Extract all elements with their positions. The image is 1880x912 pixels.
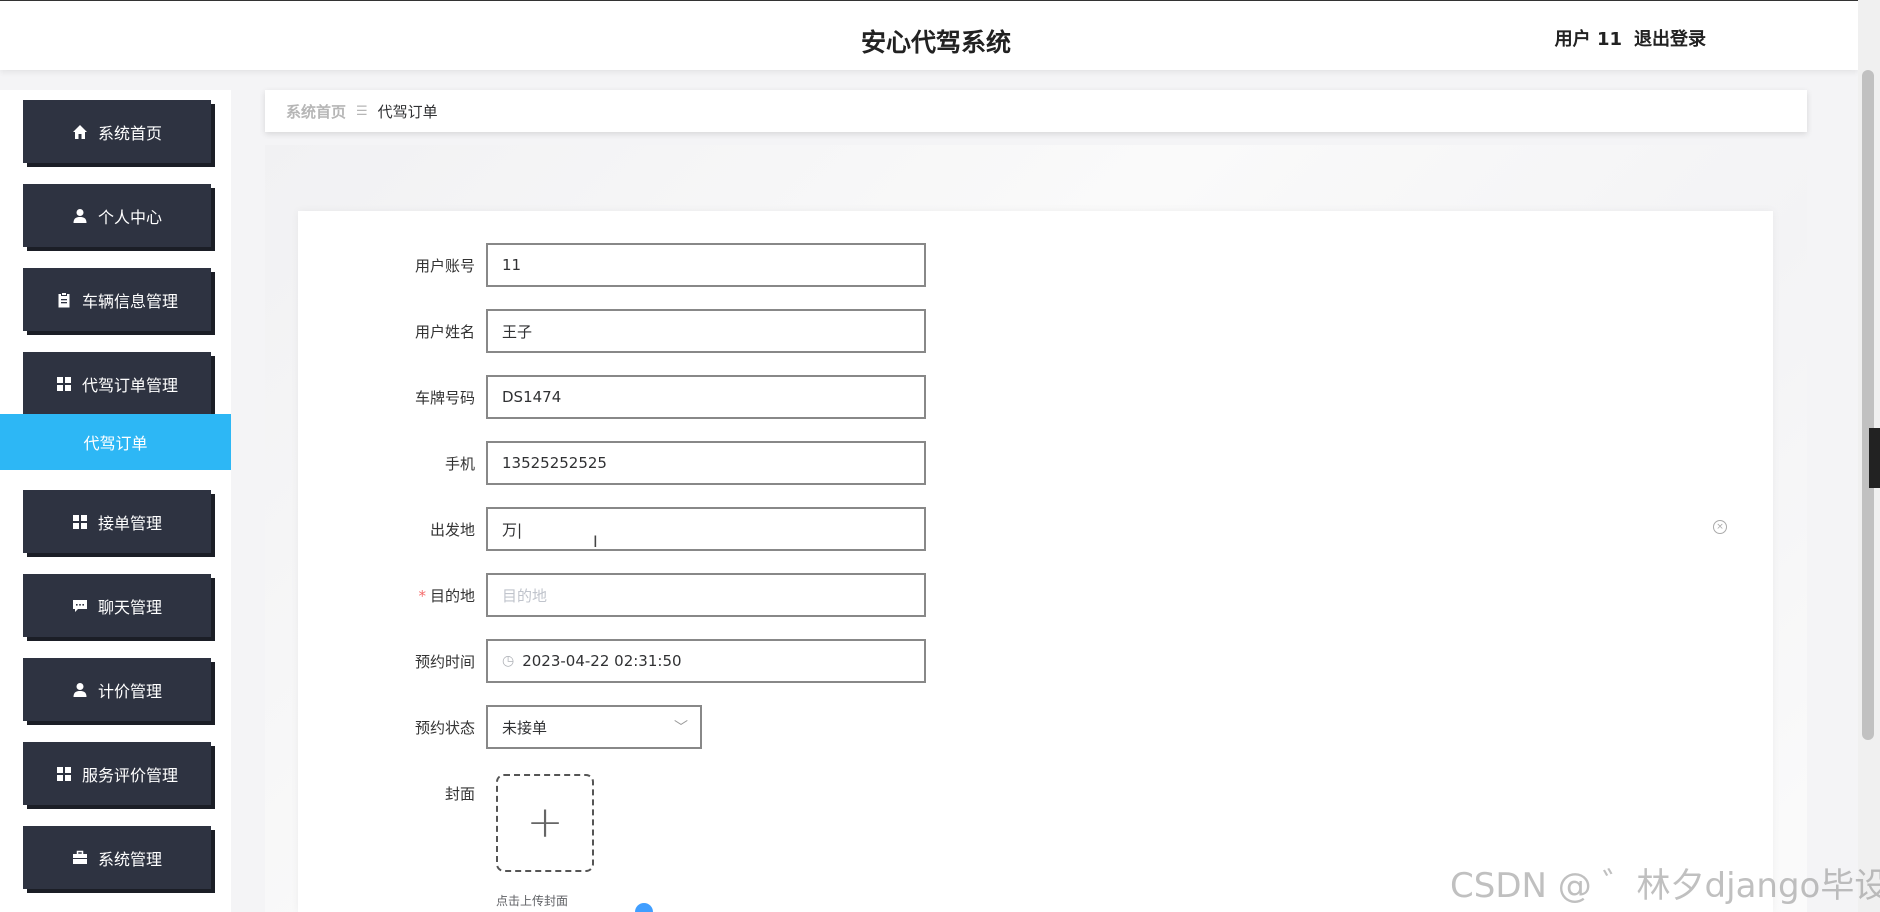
sidebar-item-label: 车辆信息管理 — [81, 291, 178, 311]
home-icon — [72, 124, 88, 140]
origin-input[interactable]: 万| — [486, 507, 926, 551]
form-row-destination: * 目的地 目的地 — [298, 573, 1298, 617]
sidebar-item-label: 代驾订单管理 — [81, 375, 178, 395]
sidebar-item-chat[interactable]: 聊天管理 — [23, 574, 211, 637]
sidebar-item-label: 个人中心 — [97, 207, 162, 227]
top-header: 安心代驾系统 用户 11 退出登录 — [0, 0, 1858, 70]
required-marker: * — [418, 586, 426, 605]
sidebar-item-label: 计价管理 — [97, 681, 162, 701]
name-label: 用户姓名 — [414, 322, 475, 341]
destination-label: * 目的地 — [418, 586, 475, 605]
breadcrumb-separator-icon: ☰ — [356, 103, 368, 119]
sidebar-item-label: 接单管理 — [97, 513, 162, 533]
form-row-phone: 手机 13525252525 — [298, 441, 1298, 485]
time-value: 2023-04-22 02:31:50 — [522, 652, 682, 670]
user-area: 用户 11 退出登录 — [1555, 25, 1706, 51]
sidebar-item-accept[interactable]: 接单管理 — [23, 490, 211, 553]
phone-label: 手机 — [444, 454, 475, 473]
status-value: 未接单 — [502, 718, 548, 737]
form-row-account: 用户账号 11 — [298, 243, 1298, 287]
clipboard-icon — [56, 291, 72, 308]
origin-label: 出发地 — [429, 520, 475, 539]
sidebar-item-vehicle[interactable]: 车辆信息管理 — [23, 268, 211, 331]
user-icon — [72, 208, 88, 224]
time-label: 预约时间 — [414, 652, 475, 671]
plus-icon: + — [526, 797, 564, 848]
logout-link[interactable]: 退出登录 — [1634, 25, 1706, 51]
phone-input[interactable]: 13525252525 — [486, 441, 926, 485]
sidebar-item-label: 系统管理 — [97, 849, 162, 869]
scrollbar-thumb[interactable] — [1862, 70, 1874, 740]
sidebar-item-profile[interactable]: 个人中心 — [23, 184, 211, 247]
grid-icon — [56, 766, 72, 782]
grid-icon — [56, 376, 72, 392]
sidebar-item-label: 服务评价管理 — [81, 765, 178, 785]
briefcase-icon — [72, 850, 88, 866]
sidebar-item-pricing[interactable]: 计价管理 — [23, 658, 211, 721]
time-picker[interactable]: ◷ 2023-04-22 02:31:50 — [486, 639, 926, 683]
name-input[interactable]: 王子 — [486, 309, 926, 353]
upload-tip: 点击上传封面 — [496, 894, 569, 908]
sidebar-item-home[interactable]: 系统首页 — [23, 100, 211, 163]
current-user-label: 用户 11 — [1554, 29, 1622, 50]
text-cursor-icon: I — [593, 532, 598, 551]
breadcrumb-home[interactable]: 系统首页 — [286, 101, 346, 122]
breadcrumb-current: 代驾订单 — [377, 102, 438, 121]
sidebar-item-orders[interactable]: 代驾订单管理 — [23, 352, 211, 415]
grid-icon — [72, 514, 88, 530]
clear-icon[interactable]: × — [1713, 520, 1727, 534]
breadcrumb: 系统首页 ☰ 代驾订单 — [265, 90, 1807, 132]
account-label: 用户账号 — [414, 256, 475, 275]
chat-icon — [72, 598, 88, 614]
plate-input[interactable]: DS1474 — [486, 375, 926, 419]
sidebar: 系统首页 个人中心 车辆信息管理 代驾订单管理 代驾订单 接单管理 聊天管理 计… — [0, 90, 231, 912]
sidebar-item-label: 系统首页 — [97, 123, 162, 143]
cover-label: 封面 — [444, 785, 475, 803]
form-row-plate: 车牌号码 DS1474 — [298, 375, 1298, 419]
scrollbar-marker — [1869, 428, 1880, 488]
plate-label: 车牌号码 — [414, 388, 475, 407]
account-input[interactable]: 11 — [486, 243, 926, 287]
form-row-time: 预约时间 ◷ 2023-04-22 02:31:50 — [298, 639, 1298, 683]
form-row-status: 预约状态 未接单 ﹀ — [298, 705, 1298, 749]
form-row-origin: 出发地 万| — [298, 507, 1298, 551]
form-row-cover: 封面 — [298, 771, 1298, 815]
watermark: CSDN @ ゛林夕django毕设 — [1450, 866, 1880, 906]
clock-icon: ◷ — [502, 653, 515, 669]
user-icon — [72, 682, 88, 698]
status-label: 预约状态 — [414, 718, 475, 737]
status-select[interactable]: 未接单 ﹀ — [486, 705, 702, 749]
destination-input[interactable]: 目的地 — [486, 573, 926, 617]
cover-upload-button[interactable]: + — [496, 774, 594, 872]
sidebar-subitem-orders[interactable]: 代驾订单 — [0, 414, 231, 470]
sidebar-item-reviews[interactable]: 服务评价管理 — [23, 742, 211, 805]
sidebar-item-system[interactable]: 系统管理 — [23, 826, 211, 889]
order-form: 用户账号 11 用户姓名 王子 车牌号码 DS1474 手机 135252525… — [298, 211, 1773, 912]
chevron-down-icon: ﹀ — [674, 720, 688, 736]
form-row-name: 用户姓名 王子 — [298, 309, 1298, 353]
sidebar-item-label: 聊天管理 — [97, 597, 162, 617]
